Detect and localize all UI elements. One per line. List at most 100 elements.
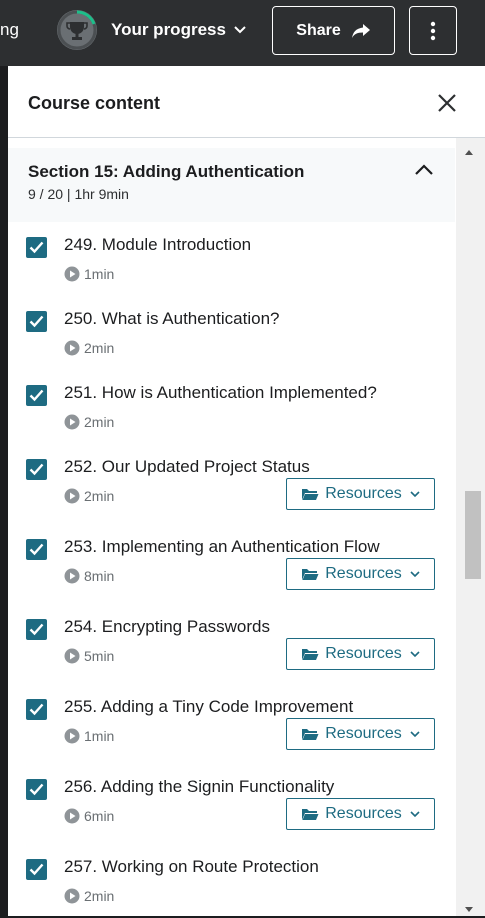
chevron-down-icon — [234, 26, 246, 34]
lecture-item[interactable]: 253. Implementing an Authentication Flow… — [8, 524, 456, 604]
lecture-item[interactable]: 250. What is Authentication? 2min — [8, 296, 456, 370]
resources-label: Resources — [325, 805, 402, 822]
lecture-item[interactable]: 254. Encrypting Passwords 5min Resources — [8, 604, 456, 684]
video-area-edge — [0, 66, 8, 626]
chevron-down-icon — [410, 570, 420, 577]
check-icon — [29, 543, 44, 556]
resources-button[interactable]: Resources — [286, 798, 435, 830]
completed-checkbox[interactable] — [26, 311, 47, 332]
play-icon — [64, 728, 80, 744]
course-content-panel: Course content Section 15: Adding Authen… — [8, 66, 485, 916]
resources-label: Resources — [325, 485, 402, 502]
lecture-item[interactable]: 249. Module Introduction 1min — [8, 222, 456, 296]
folder-icon — [302, 649, 319, 660]
play-icon — [64, 888, 80, 904]
course-title-fragment: ng — [0, 20, 19, 39]
duration-text: 2min — [84, 340, 115, 356]
trophy-icon — [57, 10, 97, 50]
check-icon — [29, 389, 44, 402]
lecture-duration: 5min — [64, 648, 114, 664]
play-icon — [64, 568, 80, 584]
duration-text: 2min — [84, 414, 115, 430]
lecture-title: 249. Module Introduction — [64, 235, 252, 254]
completed-checkbox[interactable] — [26, 699, 47, 720]
completed-checkbox[interactable] — [26, 237, 47, 258]
duration-text: 1min — [84, 728, 115, 744]
lecture-duration: 1min — [64, 266, 114, 282]
lecture-duration: 2min — [64, 414, 114, 430]
completed-checkbox[interactable] — [26, 619, 47, 640]
resources-button[interactable]: Resources — [286, 638, 435, 670]
play-icon — [64, 488, 80, 504]
chevron-down-icon — [410, 730, 420, 737]
lecture-title: 252. Our Updated Project Status — [64, 457, 310, 476]
duration-text: 1min — [84, 266, 115, 282]
folder-icon — [302, 729, 319, 740]
panel-header: Course content — [8, 66, 485, 138]
lecture-title: 255. Adding a Tiny Code Improvement — [64, 697, 354, 716]
lecture-title: 253. Implementing an Authentication Flow — [64, 537, 380, 556]
scrollbar-thumb[interactable] — [465, 491, 481, 579]
share-button[interactable]: Share — [272, 6, 395, 55]
lecture-duration: 1min — [64, 728, 114, 744]
completed-checkbox[interactable] — [26, 779, 47, 800]
section-header[interactable]: Section 15: Adding Authentication 9 / 20… — [8, 148, 455, 222]
panel-title: Course content — [28, 93, 161, 113]
lecture-duration: 2min — [64, 888, 114, 904]
resources-button[interactable]: Resources — [286, 718, 435, 750]
check-icon — [29, 315, 44, 328]
your-progress-button[interactable]: Your progress — [57, 10, 246, 50]
folder-icon — [302, 809, 319, 820]
check-icon — [29, 783, 44, 796]
play-icon — [64, 808, 80, 824]
lecture-duration: 6min — [64, 808, 114, 824]
duration-text: 8min — [84, 568, 115, 584]
chevron-down-icon — [410, 810, 420, 817]
resources-label: Resources — [325, 645, 402, 662]
lecture-item[interactable]: 252. Our Updated Project Status 2min Res… — [8, 444, 456, 524]
lecture-duration: 2min — [64, 488, 114, 504]
resources-button[interactable]: Resources — [286, 558, 435, 590]
lecture-duration: 2min — [64, 340, 114, 356]
chevron-down-icon — [410, 650, 420, 657]
chevron-up-icon — [415, 164, 433, 175]
resources-button[interactable]: Resources — [286, 478, 435, 510]
check-icon — [29, 623, 44, 636]
lecture-title: 251. How is Authentication Implemented? — [64, 383, 377, 402]
share-label: Share — [296, 21, 341, 39]
close-icon[interactable] — [436, 92, 458, 114]
completed-checkbox[interactable] — [26, 459, 47, 480]
lecture-title: 250. What is Authentication? — [64, 309, 280, 328]
play-icon — [64, 266, 80, 282]
check-icon — [29, 703, 44, 716]
duration-text: 6min — [84, 808, 115, 824]
lecture-item[interactable]: 255. Adding a Tiny Code Improvement 1min… — [8, 684, 456, 764]
resources-label: Resources — [325, 565, 402, 582]
lecture-title: 254. Encrypting Passwords — [64, 617, 270, 636]
completed-checkbox[interactable] — [26, 539, 47, 560]
play-icon — [64, 414, 80, 430]
lecture-item[interactable]: 257. Working on Route Protection 2min — [8, 844, 456, 918]
folder-icon — [302, 569, 319, 580]
resources-label: Resources — [325, 725, 402, 742]
lecture-item[interactable]: 256. Adding the Signin Functionality 6mi… — [8, 764, 456, 844]
section-title: Section 15: Adding Authentication — [28, 162, 305, 181]
completed-checkbox[interactable] — [26, 385, 47, 406]
lecture-duration: 8min — [64, 568, 114, 584]
more-options-button[interactable] — [409, 6, 457, 55]
lecture-list: 249. Module Introduction 1min 250. What … — [8, 222, 456, 918]
completed-checkbox[interactable] — [26, 859, 47, 880]
scroll-down-arrow-icon[interactable] — [464, 906, 474, 914]
lecture-title: 256. Adding the Signin Functionality — [64, 777, 335, 796]
folder-icon — [302, 489, 319, 500]
duration-text: 2min — [84, 488, 115, 504]
play-icon — [64, 340, 80, 356]
chevron-down-icon — [410, 490, 420, 497]
lecture-item[interactable]: 251. How is Authentication Implemented? … — [8, 370, 456, 444]
progress-label: Your progress — [111, 20, 226, 39]
lecture-title: 257. Working on Route Protection — [64, 857, 319, 876]
check-icon — [29, 241, 44, 254]
check-icon — [29, 863, 44, 876]
duration-text: 5min — [84, 648, 115, 664]
scroll-up-arrow-icon[interactable] — [464, 148, 474, 156]
